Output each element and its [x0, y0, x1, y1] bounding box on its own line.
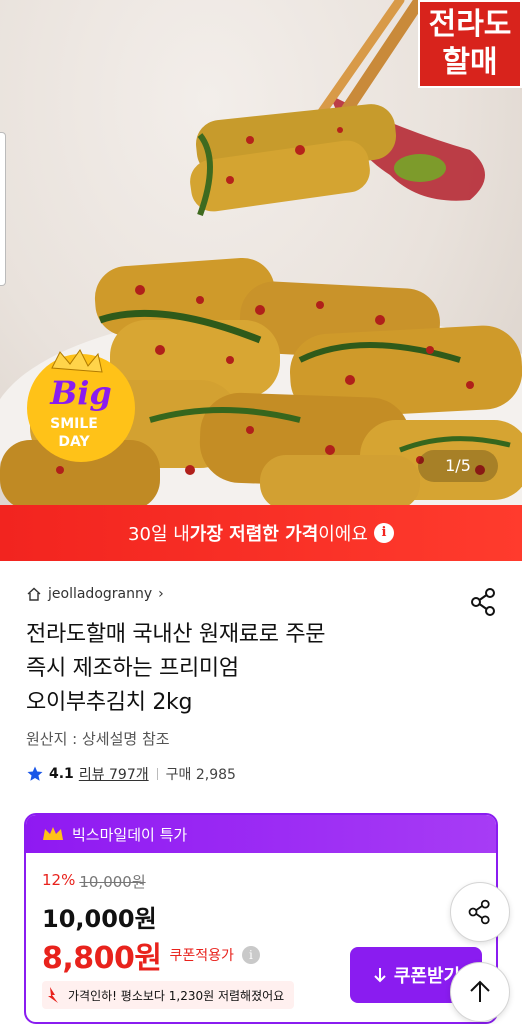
banner-suffix: 이에요 [318, 524, 368, 545]
purchase-count: 구매 2,985 [165, 767, 236, 783]
share-icon [468, 899, 490, 925]
coupon-applied-label: 쿠폰적용가 [169, 948, 234, 964]
discount-percent: 12% [42, 871, 76, 889]
brand-stamp-line2: 할매 [442, 45, 498, 80]
floating-share-button[interactable] [450, 882, 510, 942]
price-drop-note: 가격인하! 평소보다 1,230원 저렴해졌어요 [42, 981, 295, 1009]
price-drop-text: 가격인하! 평소보다 1,230원 저렴해졌어요 [68, 988, 285, 1003]
price-down-arrow-icon [48, 987, 58, 1003]
promo-price-card: 빅스마일데이 특가 12% 10,000원 10,000원 8,800원 쿠폰적… [24, 813, 498, 1024]
rating-row: 4.1 리뷰 797개 구매 2,985 [26, 764, 236, 784]
arrow-down-icon [374, 968, 386, 983]
product-image-carousel[interactable]: 전라도 할매 Big SMILE DAY 1/5 [0, 0, 522, 505]
coupon-price: 8,800원 [42, 941, 162, 976]
image-counter: 1/5 [418, 450, 498, 482]
banner-prefix: 30일 내 [128, 524, 190, 545]
star-icon [27, 766, 43, 781]
coupon-price-row: 8,800원 쿠폰적용가 i [42, 933, 260, 977]
title-line-3: 오이부추김치 2kg [26, 690, 193, 715]
big-smile-day-badge: Big SMILE DAY [27, 349, 135, 462]
seller-name: jeolladogranny [48, 586, 153, 602]
promo-header-label: 빅스마일데이 특가 [72, 825, 188, 844]
seller-link[interactable]: jeolladogranny › [26, 586, 164, 602]
badge-big-text: Big [49, 374, 112, 412]
divider [156, 768, 158, 780]
brand-stamp-line1: 전라도 [428, 7, 512, 42]
badge-smile-text: SMILE [50, 416, 98, 432]
discount-row: 12% 10,000원 [42, 871, 146, 892]
info-icon[interactable]: i [373, 523, 394, 543]
share-icon[interactable] [468, 586, 500, 618]
rating-score: 4.1 [49, 766, 74, 782]
origin-info: 원산지 : 상세설명 참조 [26, 730, 170, 748]
home-icon [27, 587, 41, 601]
promo-header: 빅스마일데이 특가 [26, 815, 496, 853]
title-line-1: 전라도할매 국내산 원재료로 주문 [26, 622, 326, 647]
coupon-info-icon[interactable]: i [241, 946, 260, 964]
review-link[interactable]: 리뷰 797개 [79, 764, 149, 784]
brand-logo-stamp: 전라도 할매 [418, 0, 522, 88]
side-handle[interactable] [0, 132, 6, 286]
title-line-2: 즉시 제조하는 프리미엄 [26, 656, 239, 681]
original-price: 10,000원 [79, 873, 146, 891]
chevron-right-icon: › [158, 586, 164, 602]
sale-price: 10,000원 [42, 905, 157, 933]
product-title: 전라도할매 국내산 원재료로 주문 즉시 제조하는 프리미엄 오이부추김치 2k… [26, 618, 466, 720]
banner-highlight: 가장 저렴한 가격 [189, 524, 319, 545]
arrow-up-icon [470, 980, 490, 1002]
scroll-to-top-button[interactable] [450, 962, 510, 1022]
crown-icon [43, 827, 63, 840]
lowest-price-banner: 30일 내 가장 저렴한 가격 이에요 i [0, 505, 522, 561]
badge-day-text: DAY [58, 434, 90, 450]
